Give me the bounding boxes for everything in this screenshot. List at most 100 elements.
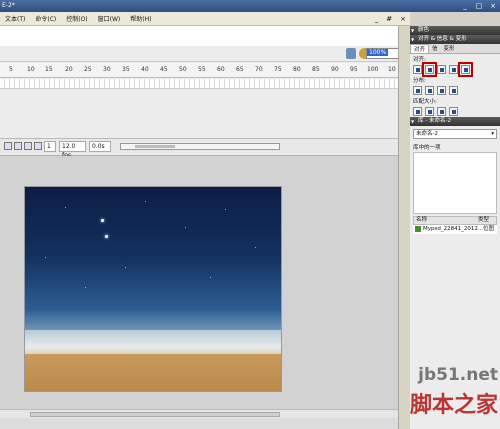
edit-bar: 100%: [0, 46, 410, 62]
menu-commands[interactable]: 命令(C): [30, 14, 61, 23]
library-preview: [413, 152, 497, 214]
distribute-top-icon[interactable]: [413, 86, 422, 95]
menu-window[interactable]: 窗口(W): [93, 14, 126, 23]
ruler-label: 35: [122, 66, 130, 73]
distribute-left-icon[interactable]: [449, 86, 458, 95]
distribute-label: 分布:: [413, 78, 426, 84]
distribute-center-icon[interactable]: [425, 86, 434, 95]
bitmap-icon: [415, 226, 421, 232]
library-count: 库中的一项: [413, 145, 441, 151]
star: [145, 201, 146, 202]
ruler-label: 40: [141, 66, 149, 73]
library-item-name: Mypsd_22841_2012...: [423, 226, 483, 232]
scroll-thumb[interactable]: [30, 412, 280, 417]
layer-frames[interactable]: [0, 79, 410, 89]
doc-close-button[interactable]: ×: [396, 15, 410, 23]
menu-help[interactable]: 帮助(H): [125, 14, 156, 23]
space-evenly-icon[interactable]: [449, 107, 458, 116]
onion-outline-icon[interactable]: [24, 142, 32, 150]
onion-skin-icon[interactable]: [14, 142, 22, 150]
window-title: E-2*: [2, 2, 15, 9]
watermark-text: 脚本之家: [409, 393, 498, 418]
align-label: 对齐:: [413, 57, 426, 63]
edit-scene-icon[interactable]: [346, 48, 356, 59]
edit-multiple-frames-icon[interactable]: [34, 142, 42, 150]
ruler-label: 95: [350, 66, 358, 73]
library-header: 名称 类型: [413, 216, 497, 225]
watermark: jb51.net 脚本之家: [348, 357, 498, 427]
col-type[interactable]: 类型: [478, 217, 496, 224]
align-panel-header[interactable]: 对齐 & 信息 & 变形: [410, 35, 500, 44]
close-button[interactable]: ×: [486, 0, 500, 12]
star: [105, 235, 108, 238]
star: [210, 277, 211, 278]
frame-ruler[interactable]: 5 10 15 20 25 30 35 40 45 50 55 60 65 70…: [0, 63, 410, 78]
library-select[interactable]: 未命名-2: [413, 129, 497, 139]
ruler-label: 55: [198, 66, 206, 73]
doc-window-controls: _ # ×: [371, 15, 410, 23]
ruler-label: 90: [331, 66, 339, 73]
timeline-scrollbar[interactable]: [120, 143, 280, 150]
beach-image: [25, 354, 281, 391]
distribute-bottom-icon[interactable]: [437, 86, 446, 95]
match-size-buttons: [410, 106, 500, 117]
center-frame-icon[interactable]: [4, 142, 12, 150]
ruler-label: 75: [274, 66, 282, 73]
match-both-icon[interactable]: [437, 107, 446, 116]
match-size-label: 匹配大小:: [413, 99, 437, 105]
doc-minimize-button[interactable]: _: [371, 15, 383, 23]
timeline-panel: 5 10 15 20 25 30 35 40 45 50 55 60 65 70…: [0, 62, 410, 159]
star: [185, 227, 186, 228]
ruler-label: 15: [45, 66, 53, 73]
ruler-label: 25: [84, 66, 92, 73]
minimize-button[interactable]: _: [458, 0, 472, 12]
match-width-icon[interactable]: [413, 107, 422, 116]
ruler-label: 80: [293, 66, 301, 73]
align-buttons: [410, 62, 500, 77]
color-panel-header[interactable]: 颜色: [410, 26, 500, 35]
ruler-label: 30: [103, 66, 111, 73]
ruler-label: 5: [9, 66, 13, 73]
ruler-label: 100: [367, 66, 379, 73]
align-left-icon[interactable]: [413, 65, 422, 74]
menu-text[interactable]: 文本(T): [0, 14, 30, 23]
tab-align[interactable]: 对齐: [410, 44, 430, 53]
doc-restore-button[interactable]: #: [382, 15, 396, 23]
tab-transform[interactable]: 变形: [441, 44, 458, 53]
star: [225, 209, 226, 210]
ruler-label: 70: [255, 66, 263, 73]
tab-info[interactable]: 信: [429, 44, 441, 53]
star: [101, 219, 104, 222]
ruler-label: 10: [388, 66, 396, 73]
ruler-label: 60: [217, 66, 225, 73]
scroll-thumb[interactable]: [135, 145, 175, 148]
watermark-site: jb51.net: [418, 365, 498, 385]
library-item-type: 位图: [483, 226, 495, 232]
align-vertical-center-icon[interactable]: [458, 62, 473, 77]
ruler-label: 85: [312, 66, 320, 73]
match-height-icon[interactable]: [425, 107, 434, 116]
star: [45, 257, 46, 258]
align-top-icon[interactable]: [449, 65, 458, 74]
library-item[interactable]: Mypsd_22841_2012... 位图: [413, 225, 497, 234]
star: [85, 287, 86, 288]
stage-canvas[interactable]: [24, 186, 282, 392]
ruler-label: 65: [236, 66, 244, 73]
current-frame: 1: [44, 141, 56, 152]
zoom-value: 100%: [367, 49, 389, 56]
night-sky-image: [25, 187, 281, 340]
star: [65, 207, 66, 208]
menu-bar: 文本(T) 命令(C) 控制(O) 窗口(W) 帮助(H) _ # ×: [0, 12, 410, 26]
maximize-button[interactable]: □: [472, 0, 486, 12]
align-right-icon[interactable]: [437, 65, 446, 74]
align-horizontal-center-icon[interactable]: [422, 62, 437, 77]
library-panel-header[interactable]: 库 - 未命名-2: [410, 117, 500, 126]
frame-rate: 12.0 fps: [59, 141, 86, 159]
elapsed-time: 0.0s: [89, 141, 111, 152]
star: [125, 267, 126, 268]
menu-control[interactable]: 控制(O): [61, 14, 92, 23]
col-name[interactable]: 名称: [414, 217, 478, 224]
star: [255, 247, 256, 248]
ruler-label: 45: [160, 66, 168, 73]
window-controls: _ □ ×: [458, 0, 500, 12]
